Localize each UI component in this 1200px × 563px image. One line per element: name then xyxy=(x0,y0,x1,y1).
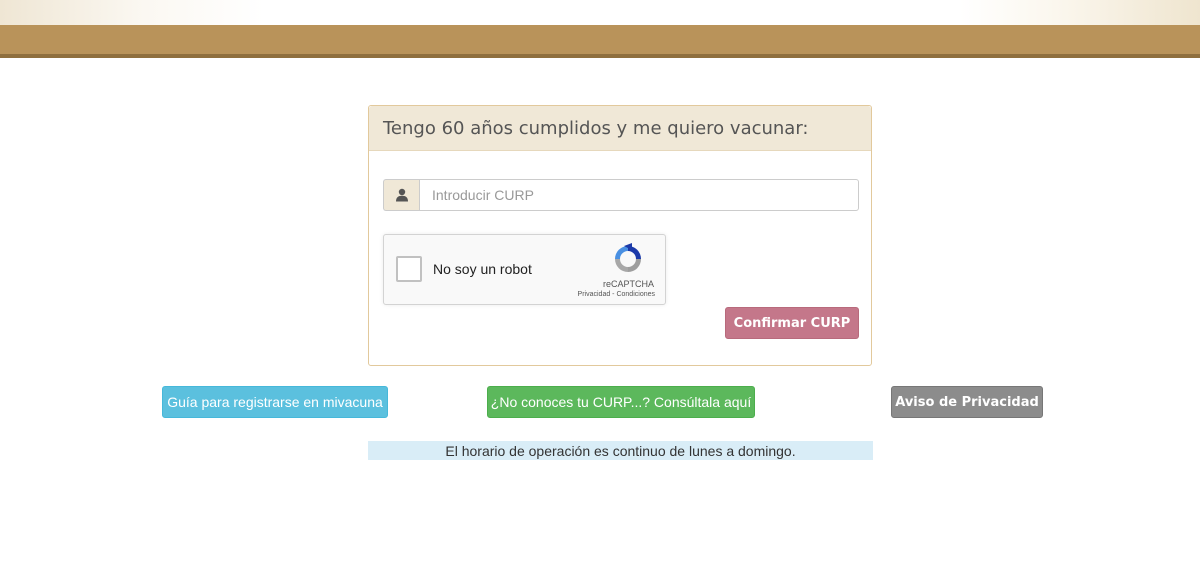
confirm-curp-button[interactable]: Confirmar CURP xyxy=(725,307,859,339)
recaptcha-label: No soy un robot xyxy=(433,261,532,277)
registration-guide-button[interactable]: Guía para registrarse en mivacuna xyxy=(162,386,388,418)
curp-input-group xyxy=(383,179,859,211)
curp-input[interactable] xyxy=(419,179,859,211)
schedule-notice: El horario de operación es continuo de l… xyxy=(368,441,873,460)
header-band xyxy=(0,25,1200,54)
recaptcha-brand: reCAPTCHA xyxy=(602,279,654,289)
recaptcha-terms-link[interactable]: Condiciones xyxy=(616,291,655,298)
recaptcha-privacy-link[interactable]: Privacidad xyxy=(578,291,611,298)
recaptcha-links: Privacidad - Condiciones xyxy=(578,291,655,298)
recaptcha-logo-icon xyxy=(615,243,641,272)
privacy-notice-button[interactable]: Aviso de Privacidad xyxy=(891,386,1043,418)
header-divider xyxy=(0,54,1200,58)
lookup-curp-button[interactable]: ¿No conoces tu CURP...? Consúltala aquí xyxy=(487,386,755,418)
panel-title: Tengo 60 años cumplidos y me quiero vacu… xyxy=(369,106,871,151)
recaptcha-widget: No soy un robot reCAPTCHA Privacidad - C… xyxy=(383,234,666,305)
user-icon xyxy=(383,179,419,211)
recaptcha-checkbox[interactable] xyxy=(396,256,422,282)
registration-panel: Tengo 60 años cumplidos y me quiero vacu… xyxy=(368,105,872,366)
top-banner xyxy=(0,0,1200,25)
